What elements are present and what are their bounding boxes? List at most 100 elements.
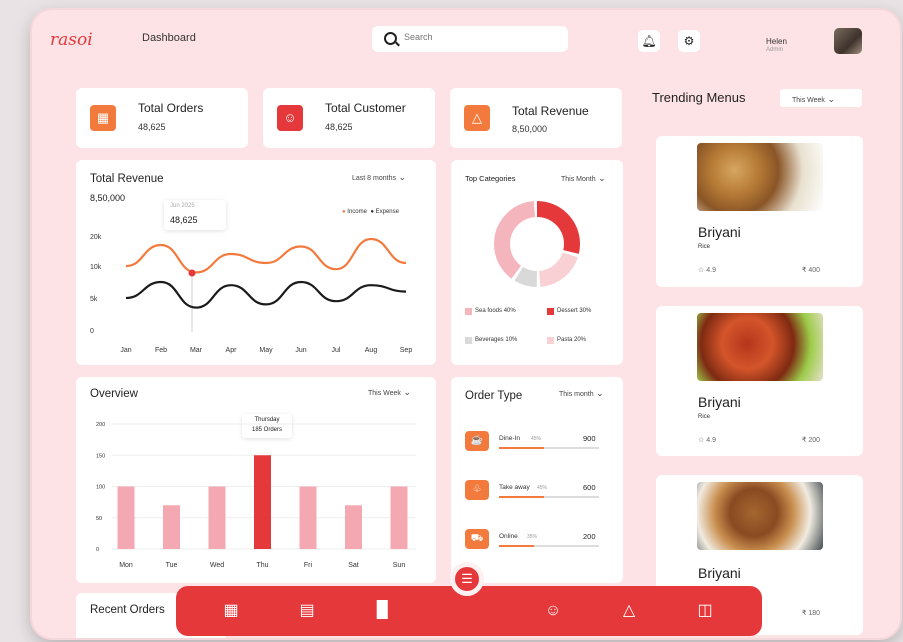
menu-price: ₹ 180 <box>802 610 821 617</box>
bar-tue <box>163 505 180 549</box>
search-input[interactable] <box>402 31 556 43</box>
bar-mon <box>117 486 135 549</box>
avatar[interactable] <box>834 28 862 54</box>
gear-icon[interactable]: ⚙ <box>678 30 700 52</box>
revenue-chart-card: Total Revenue 8,50,000 Last 8 months ● I… <box>76 160 436 365</box>
x-tick-label: Mon <box>119 562 133 569</box>
brand-logo[interactable]: rasoi <box>50 30 93 50</box>
overview-card: Overview This Week Thursday 185 Orders 0… <box>76 377 436 583</box>
order-type-card: Order Type This month ☕ Dine-In 45% 900 … <box>451 377 623 583</box>
legend-swatch <box>465 337 472 344</box>
y-tick-label: 0 <box>96 547 99 553</box>
orders-icon[interactable]: ▤ <box>296 600 318 622</box>
customers-icon[interactable]: ☺ <box>542 600 564 622</box>
y-tick-label: 0 <box>90 328 94 335</box>
bar-chart-icon[interactable]: ▉ <box>372 600 394 622</box>
order-type-name: Online <box>499 533 518 540</box>
menu-card[interactable]: Briyani Rice ☆ 4.9 ₹ 400 <box>656 136 863 287</box>
categories-donut-chart <box>494 201 580 287</box>
menu-name: Briyani <box>698 224 741 240</box>
hamburger-icon: ☰ <box>455 567 479 591</box>
x-tick-label: Apr <box>226 347 238 354</box>
star-icon: ☆ <box>698 437 705 444</box>
stat-label: Total Customer <box>325 101 406 115</box>
menu-price: ₹ 200 <box>802 437 821 444</box>
order-type-value: 900 <box>583 434 596 443</box>
x-tick-label: Sep <box>400 347 413 354</box>
menu-fab[interactable]: ☰ <box>450 562 484 596</box>
legend-label: Dessert 30% <box>557 308 592 314</box>
order-type-value: 600 <box>583 483 596 492</box>
food-image <box>697 143 823 211</box>
stat-value: 8,50,000 <box>512 124 548 134</box>
y-tick-label: 50 <box>96 516 102 522</box>
menu-name: Briyani <box>698 394 741 410</box>
x-tick-label: Feb <box>155 347 167 354</box>
stat-value: 48,625 <box>138 122 166 132</box>
search-icon <box>384 32 397 45</box>
y-tick-label: 10k <box>90 264 102 271</box>
bar-fri <box>299 486 317 549</box>
progress-fill <box>499 545 534 547</box>
trending-filter-dropdown[interactable]: This Week <box>780 89 862 107</box>
menu-price: ₹ 400 <box>802 267 821 274</box>
menu-name: Briyani <box>698 565 741 581</box>
star-icon: ☆ <box>698 267 705 274</box>
categories-card: Top Categories This Month Sea foods 40% … <box>451 160 623 365</box>
revenue-icon: △ <box>464 105 490 131</box>
bell-icon[interactable]: 🔔︎ <box>638 30 660 52</box>
search-bar[interactable] <box>372 26 568 52</box>
x-tick-label: Jan <box>120 347 131 354</box>
bar-sun <box>390 486 408 549</box>
y-tick-label: 200 <box>96 422 105 428</box>
y-tick-label: 20k <box>90 234 102 241</box>
highlight-point <box>188 269 196 277</box>
y-tick-label: 100 <box>96 485 105 491</box>
x-tick-label: Jul <box>332 347 341 354</box>
grid-icon[interactable]: ▦ <box>220 600 242 622</box>
legend-label: Beverages 10% <box>475 337 518 343</box>
x-tick-label: Sun <box>393 562 406 569</box>
legend-label: Pasta 20% <box>557 337 587 343</box>
x-tick-label: Wed <box>210 562 224 569</box>
food-image <box>697 313 823 381</box>
x-tick-label: Aug <box>365 347 378 354</box>
x-tick-label: Fri <box>304 562 313 569</box>
order-type-filter-dropdown[interactable]: This month <box>559 388 604 399</box>
menu-card[interactable]: Briyani Rice ☆ 4.9 ₹ 200 <box>656 306 863 456</box>
order-type-name: Dine-In <box>499 435 520 442</box>
user-role: Admin <box>766 47 784 53</box>
revenue-line-chart: 0 5k 10k 20k Jan Feb Mar Apr May Jun Jul Aug Sep <box>90 234 413 354</box>
payment-icon[interactable]: ◫ <box>694 600 716 622</box>
stat-card-orders[interactable]: ▦ Total Orders 48,625 <box>76 88 248 148</box>
dine-in-icon: ☕ <box>465 431 489 451</box>
takeaway-icon: ♧ <box>465 480 489 500</box>
menu-category: Rice <box>698 244 711 250</box>
series-line-expense <box>125 280 407 309</box>
receipt-icon: ▦ <box>90 105 116 131</box>
stat-value: 48,625 <box>325 122 353 132</box>
menu-rating: ☆ 4.9 <box>698 267 716 274</box>
x-tick-label: Sat <box>348 562 359 569</box>
card-title: Recent Orders <box>90 604 165 616</box>
trending-filter-label: This Week <box>792 94 835 105</box>
progress-fill <box>499 447 544 449</box>
order-type-value: 200 <box>583 532 596 541</box>
card-title: Order Type <box>465 390 523 402</box>
stat-label: Total Orders <box>138 101 204 115</box>
stat-card-customers[interactable]: ☺ Total Customer 48,625 <box>263 88 435 148</box>
menu-rating: ☆ 4.9 <box>698 437 716 444</box>
menu-category: Rice <box>698 414 711 420</box>
order-type-pct: 45% <box>537 485 548 491</box>
stat-card-revenue[interactable]: △ Total Revenue 8,50,000 <box>450 88 622 148</box>
trending-title: Trending Menus <box>652 90 746 105</box>
stat-label: Total Revenue <box>512 104 589 118</box>
legend-label: Sea foods 40% <box>475 308 516 314</box>
cloche-icon[interactable]: △ <box>618 600 640 622</box>
user-name: Helen <box>766 37 787 46</box>
food-image <box>697 482 823 550</box>
x-tick-label: Mar <box>190 347 203 354</box>
order-type-pct: 35% <box>527 534 538 540</box>
dashboard-frame: rasoi Dashboard 🔔︎ ⚙ Helen Admin ▦ Total… <box>32 10 900 638</box>
x-tick-label: Thu <box>256 562 268 569</box>
